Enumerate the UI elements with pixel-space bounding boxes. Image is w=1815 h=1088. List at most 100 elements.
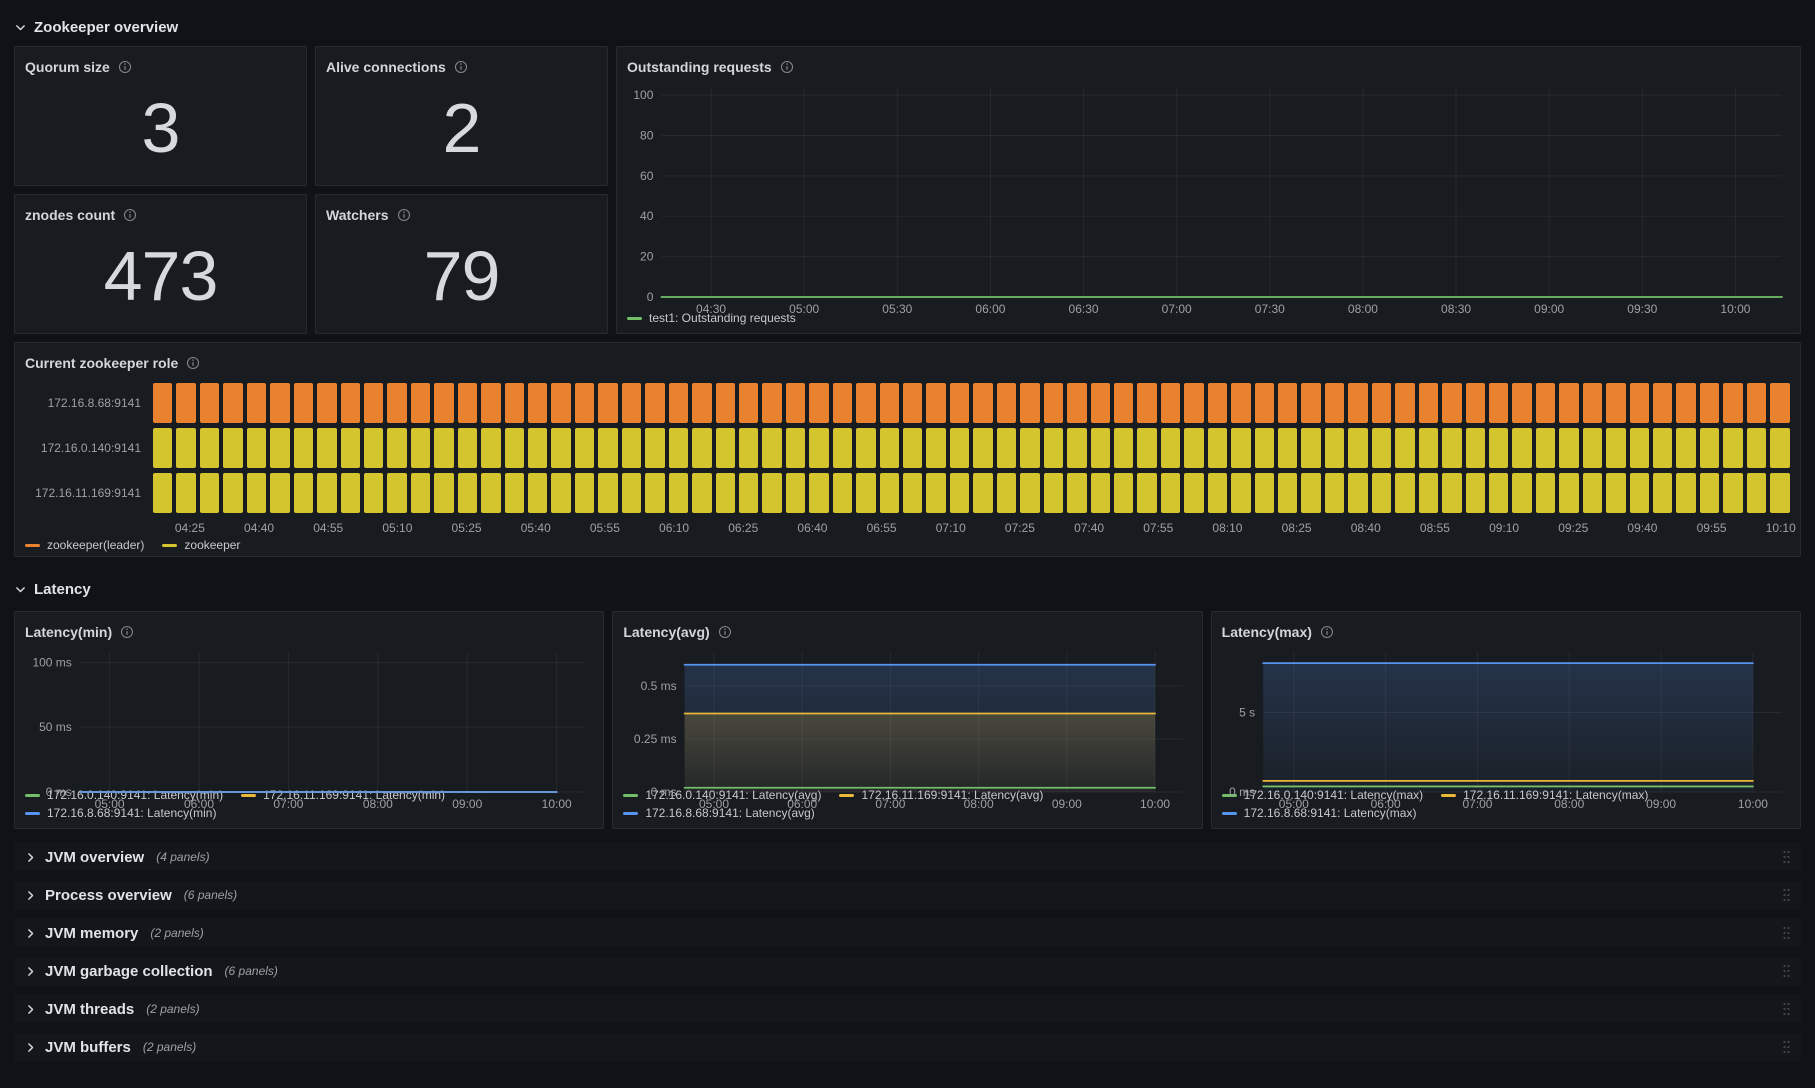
state-block[interactable] bbox=[457, 428, 478, 468]
state-block[interactable] bbox=[668, 473, 689, 513]
state-block[interactable] bbox=[1301, 428, 1321, 468]
info-icon[interactable] bbox=[780, 60, 794, 74]
state-block[interactable] bbox=[340, 473, 360, 513]
info-icon[interactable] bbox=[718, 625, 732, 639]
state-block[interactable] bbox=[1160, 473, 1181, 513]
state-block[interactable] bbox=[856, 383, 876, 423]
state-block[interactable] bbox=[317, 383, 337, 423]
state-block[interactable] bbox=[1067, 383, 1087, 423]
state-block[interactable] bbox=[574, 473, 595, 513]
state-block[interactable] bbox=[1207, 428, 1228, 468]
state-block[interactable] bbox=[621, 428, 642, 468]
drag-handle-icon[interactable] bbox=[1782, 925, 1791, 941]
panel-title[interactable]: znodes count bbox=[25, 207, 115, 223]
state-block[interactable] bbox=[996, 473, 1017, 513]
state-block[interactable] bbox=[1301, 473, 1321, 513]
state-block[interactable] bbox=[1676, 428, 1696, 468]
state-block[interactable] bbox=[645, 428, 665, 468]
state-block[interactable] bbox=[809, 383, 829, 423]
state-block[interactable] bbox=[1770, 383, 1790, 423]
state-block[interactable] bbox=[1535, 428, 1556, 468]
state-block[interactable] bbox=[1465, 383, 1485, 423]
state-block[interactable] bbox=[1606, 383, 1626, 423]
state-block[interactable] bbox=[1442, 473, 1462, 513]
state-block[interactable] bbox=[832, 473, 853, 513]
state-block[interactable] bbox=[926, 473, 946, 513]
state-block[interactable] bbox=[387, 383, 407, 423]
state-block[interactable] bbox=[1348, 473, 1368, 513]
drag-handle-icon[interactable] bbox=[1782, 1001, 1791, 1017]
collapsed-row-jvm-garbage-collection[interactable]: JVM garbage collection (6 panels) bbox=[14, 957, 1801, 985]
state-block[interactable] bbox=[1231, 428, 1251, 468]
state-block[interactable] bbox=[1043, 383, 1064, 423]
state-block[interactable] bbox=[1746, 428, 1767, 468]
state-block[interactable] bbox=[1699, 383, 1720, 423]
state-block[interactable] bbox=[1770, 473, 1790, 513]
state-block[interactable] bbox=[223, 383, 243, 423]
state-block[interactable] bbox=[574, 383, 595, 423]
state-block[interactable] bbox=[1113, 383, 1134, 423]
state-block[interactable] bbox=[551, 383, 571, 423]
state-block[interactable] bbox=[926, 428, 946, 468]
info-icon[interactable] bbox=[397, 208, 411, 222]
state-block[interactable] bbox=[762, 383, 782, 423]
state-block[interactable] bbox=[879, 473, 899, 513]
state-block[interactable] bbox=[1653, 383, 1673, 423]
state-block[interactable] bbox=[387, 473, 407, 513]
state-block[interactable] bbox=[1629, 473, 1649, 513]
state-block[interactable] bbox=[1113, 473, 1134, 513]
state-block[interactable] bbox=[1488, 428, 1509, 468]
state-block[interactable] bbox=[317, 473, 337, 513]
state-block[interactable] bbox=[1723, 428, 1743, 468]
state-block[interactable] bbox=[153, 473, 173, 513]
state-block[interactable] bbox=[1465, 473, 1485, 513]
state-block[interactable] bbox=[481, 428, 501, 468]
state-block[interactable] bbox=[1676, 473, 1696, 513]
state-block[interactable] bbox=[856, 473, 876, 513]
state-block[interactable] bbox=[293, 473, 314, 513]
state-block[interactable] bbox=[785, 383, 806, 423]
state-block[interactable] bbox=[1020, 383, 1040, 423]
state-block[interactable] bbox=[363, 428, 384, 468]
state-block[interactable] bbox=[1699, 473, 1720, 513]
state-block[interactable] bbox=[879, 383, 899, 423]
state-block[interactable] bbox=[1559, 428, 1579, 468]
state-block[interactable] bbox=[785, 473, 806, 513]
state-block[interactable] bbox=[762, 428, 782, 468]
collapsed-row-jvm-buffers[interactable]: JVM buffers (2 panels) bbox=[14, 1033, 1801, 1061]
state-block[interactable] bbox=[317, 428, 337, 468]
state-block[interactable] bbox=[1676, 383, 1696, 423]
state-block[interactable] bbox=[1512, 473, 1532, 513]
state-block[interactable] bbox=[1184, 473, 1204, 513]
state-block[interactable] bbox=[1301, 383, 1321, 423]
state-block[interactable] bbox=[762, 473, 782, 513]
state-block[interactable] bbox=[363, 473, 384, 513]
state-block[interactable] bbox=[246, 473, 267, 513]
state-block[interactable] bbox=[1371, 473, 1392, 513]
state-block[interactable] bbox=[1137, 428, 1157, 468]
state-block[interactable] bbox=[1207, 383, 1228, 423]
state-block[interactable] bbox=[1418, 473, 1439, 513]
state-block[interactable] bbox=[1324, 428, 1345, 468]
state-block[interactable] bbox=[528, 383, 548, 423]
state-block[interactable] bbox=[668, 383, 689, 423]
state-block[interactable] bbox=[504, 383, 524, 423]
state-block[interactable] bbox=[1418, 383, 1439, 423]
state-block[interactable] bbox=[1488, 383, 1509, 423]
collapsed-row-jvm-threads[interactable]: JVM threads (2 panels) bbox=[14, 995, 1801, 1023]
state-block[interactable] bbox=[1184, 428, 1204, 468]
state-block[interactable] bbox=[621, 473, 642, 513]
state-block[interactable] bbox=[410, 383, 431, 423]
state-block[interactable] bbox=[199, 383, 220, 423]
latency-avg-chart[interactable]: 0 ms 0.25 ms 0.5 ms 05:00 06:00 07:00 08:00 09:… bbox=[623, 644, 1191, 811]
state-block[interactable] bbox=[1629, 428, 1649, 468]
state-block[interactable] bbox=[504, 428, 524, 468]
state-block[interactable] bbox=[645, 473, 665, 513]
state-block[interactable] bbox=[270, 473, 290, 513]
state-block[interactable] bbox=[528, 473, 548, 513]
panel-title[interactable]: Current zookeeper role bbox=[25, 355, 178, 371]
state-block[interactable] bbox=[434, 473, 454, 513]
state-block[interactable] bbox=[1160, 428, 1181, 468]
state-block[interactable] bbox=[715, 473, 735, 513]
state-block[interactable] bbox=[973, 383, 993, 423]
